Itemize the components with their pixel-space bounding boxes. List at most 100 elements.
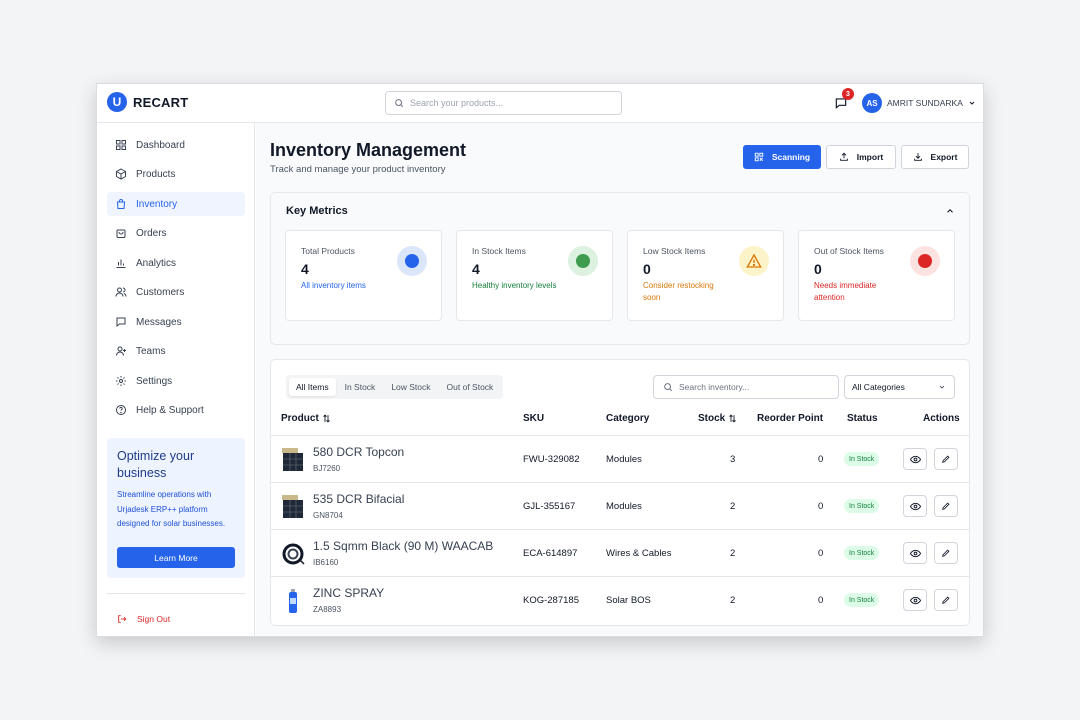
column-header-status: Status	[847, 413, 878, 424]
learn-more-button[interactable]: Learn More	[117, 547, 235, 568]
status-badge: In Stock	[844, 499, 880, 513]
product-name: ZINC SPRAY	[313, 586, 385, 600]
tab-out-of-stock[interactable]: Out of Stock	[440, 378, 501, 396]
status-dot-icon	[568, 246, 598, 276]
app-logo[interactable]: U RECART	[107, 92, 188, 112]
import-button[interactable]: Import	[826, 145, 896, 169]
edit-button[interactable]	[934, 448, 958, 470]
eye-icon	[909, 549, 921, 557]
sidebar-divider	[107, 593, 245, 594]
page-title: Inventory Management	[270, 140, 467, 160]
inventory-search-input[interactable]	[679, 382, 829, 392]
column-header-reorder-point: Reorder Point	[757, 413, 824, 424]
search-icon	[664, 383, 673, 392]
inventory-search[interactable]	[653, 375, 839, 399]
app-name: RECART	[133, 94, 189, 110]
column-label: Stock	[698, 413, 726, 424]
view-button[interactable]	[903, 589, 927, 611]
category-select[interactable]: All Categories	[844, 375, 955, 399]
sidebar-item-help[interactable]: Help & Support	[107, 398, 245, 422]
users-icon	[115, 287, 127, 297]
edit-button[interactable]	[934, 589, 958, 611]
product-name: 535 DCR Bifacial	[313, 492, 405, 506]
metric-card-out-of-stock: Out of Stock Items 0 Needs immediate att…	[798, 230, 955, 321]
user-menu[interactable]: AS AMRIT SUNDARKA	[862, 93, 976, 113]
sidebar-item-settings[interactable]: Settings	[107, 369, 245, 393]
tab-low-stock[interactable]: Low Stock	[384, 378, 437, 396]
qr-scan-icon	[754, 152, 764, 162]
dashboard-icon	[116, 140, 126, 150]
inventory-table-panel: All Items In Stock Low Stock Out of Stoc…	[270, 359, 970, 626]
global-search[interactable]	[385, 91, 622, 115]
status-dot-icon	[397, 246, 427, 276]
edit-button[interactable]	[934, 495, 958, 517]
status-dot-icon	[910, 246, 940, 276]
product-code: BJ7260	[313, 464, 341, 473]
sidebar-item-teams[interactable]: Teams	[107, 339, 245, 363]
sidebar-item-label: Dashboard	[136, 139, 185, 151]
app-window: U RECART 3 AS AMRIT SUNDARKA Dashboard P…	[96, 83, 984, 637]
table-row[interactable]: 580 DCR Topcon BJ7260 FWU-329082 Modules…	[271, 435, 969, 482]
sign-out-button[interactable]: Sign Out	[117, 614, 170, 624]
view-button[interactable]	[903, 495, 927, 517]
sidebar-item-inventory[interactable]: Inventory	[107, 192, 245, 216]
reorder-cell: 0	[818, 595, 824, 606]
column-header-stock[interactable]: Stock	[698, 413, 737, 424]
sidebar-item-products[interactable]: Products	[107, 162, 245, 186]
key-metrics-panel: Key Metrics Total Products 4 All invento…	[270, 192, 970, 345]
table-row[interactable]: 1.5 Sqmm Black (90 M) WAACAB IB6160 ECA-…	[271, 529, 969, 576]
metric-note: Needs immediate attention	[814, 281, 877, 302]
sort-icon	[322, 414, 330, 423]
column-header-product[interactable]: Product	[281, 413, 331, 424]
sidebar-item-dashboard[interactable]: Dashboard	[107, 133, 245, 157]
gear-icon	[116, 376, 126, 386]
promo-card: Optimize your business Streamline operat…	[107, 438, 245, 578]
sidebar-item-analytics[interactable]: Analytics	[107, 251, 245, 275]
column-header-actions: Actions	[923, 413, 960, 424]
solar-panel-icon	[282, 495, 303, 518]
category-select-value: All Categories	[852, 382, 905, 392]
sidebar-item-customers[interactable]: Customers	[107, 280, 245, 304]
tab-in-stock[interactable]: In Stock	[338, 378, 383, 396]
product-name: 580 DCR Topcon	[313, 445, 405, 459]
sku-cell: ECA-614897	[523, 548, 578, 559]
main-content: Inventory Management Track and manage yo…	[256, 123, 983, 636]
global-search-input[interactable]	[410, 98, 610, 108]
metric-note: All inventory items	[301, 281, 366, 290]
chevron-up-icon[interactable]	[945, 206, 955, 216]
sidebar-item-label: Customers	[136, 286, 185, 298]
bag-icon	[116, 199, 126, 209]
view-button[interactable]	[903, 448, 927, 470]
warning-icon	[739, 246, 769, 276]
table-row[interactable]: 535 DCR Bifacial GN8704 GJL-355167 Modul…	[271, 482, 969, 529]
view-button[interactable]	[903, 542, 927, 564]
metric-card-total: Total Products 4 All inventory items	[285, 230, 442, 321]
sidebar-item-messages[interactable]: Messages	[107, 310, 245, 334]
metric-card-in-stock: In Stock Items 4 Healthy inventory level…	[456, 230, 613, 321]
column-header-category: Category	[606, 413, 650, 424]
search-icon	[395, 99, 404, 108]
export-button[interactable]: Export	[901, 145, 969, 169]
sidebar-item-label: Teams	[136, 345, 166, 357]
avatar: AS	[862, 93, 882, 113]
metric-note: Healthy inventory levels	[472, 281, 557, 290]
stock-cell: 2	[730, 548, 736, 559]
status-badge: In Stock	[844, 593, 880, 607]
metric-dot	[918, 254, 932, 268]
upload-icon	[839, 152, 848, 161]
chevron-down-icon	[969, 101, 975, 105]
solar-panel-icon	[282, 448, 303, 471]
pencil-icon	[942, 455, 950, 463]
stock-cell: 3	[730, 454, 736, 465]
eye-icon	[909, 455, 921, 463]
sidebar-item-label: Products	[136, 168, 176, 180]
sidebar-item-label: Analytics	[136, 257, 177, 269]
edit-button[interactable]	[934, 542, 958, 564]
sidebar-item-orders[interactable]: Orders	[107, 221, 245, 245]
sidebar-item-label: Messages	[136, 316, 182, 328]
scanning-button[interactable]: Scanning	[743, 145, 821, 169]
tab-all-items[interactable]: All Items	[289, 378, 336, 396]
promo-text: Streamline operations with Urjadesk ERP+…	[117, 490, 226, 528]
product-code: IB6160	[313, 558, 339, 567]
table-row[interactable]: ZINC SPRAY ZA8893 KOG-287185 Solar BOS 2…	[271, 576, 969, 623]
